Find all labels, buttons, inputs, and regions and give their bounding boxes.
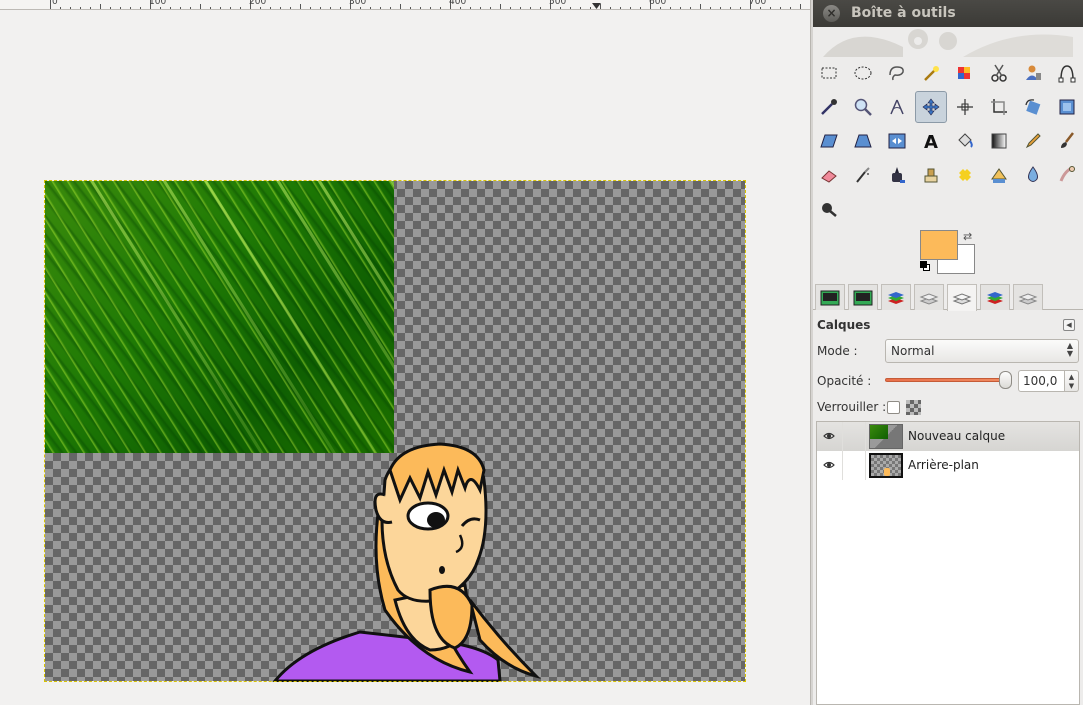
tab-layers-red[interactable] [881,284,911,310]
horizontal-ruler[interactable]: 0 100 200 300 400 500 600 700 [0,0,810,10]
layer-row[interactable]: Nouveau calque [817,422,1079,451]
chevron-updown-icon: ▲ ▼ [1066,341,1073,358]
perspective-icon[interactable] [847,125,879,157]
tab-channels[interactable] [914,284,944,310]
text-icon[interactable]: A [915,125,947,157]
ruler-label: 300 [349,0,367,7]
toolbox-window: × Boîte à outils A ⇄ Calques ◀ Mode : No… [813,0,1083,705]
lock-pixels-checkbox[interactable] [887,401,900,414]
tab-image-1[interactable] [815,284,845,310]
toolbox-title: Boîte à outils [851,5,956,21]
panel-title: Calques [817,318,871,332]
layer-row[interactable]: Arrière-plan [817,451,1079,480]
wilber-drop-area[interactable] [813,27,1083,57]
toolbox-titlebar[interactable]: × Boîte à outils [813,0,1083,27]
tab-layers-red-2[interactable] [980,284,1010,310]
rotate-icon[interactable] [1017,91,1049,123]
ruler-label: 0 [52,0,58,7]
move-icon[interactable] [915,91,947,123]
layer-thumbnail [869,424,903,449]
cartoon-girl-drawing [272,442,541,682]
chain-toggle[interactable] [842,422,866,451]
zoom-icon[interactable] [847,91,879,123]
ruler-label: 700 [749,0,767,7]
perspective-clone-icon[interactable] [983,159,1015,191]
eraser-icon[interactable] [813,159,845,191]
scissors-select-icon[interactable] [983,57,1015,89]
airbrush-icon[interactable] [847,159,879,191]
swap-colors-icon[interactable]: ⇄ [963,230,972,243]
ruler-label: 200 [249,0,267,7]
mode-label: Mode : [817,344,858,358]
dodge-burn-icon[interactable] [813,193,845,225]
align-icon[interactable] [949,91,981,123]
eye-icon[interactable] [823,430,835,442]
tab-layers-active[interactable] [947,284,977,311]
scale-icon[interactable] [1051,91,1083,123]
ink-icon[interactable] [881,159,913,191]
free-select-icon[interactable] [881,57,913,89]
shear-icon[interactable] [813,125,845,157]
flip-icon[interactable] [881,125,913,157]
lock-alpha-icon[interactable] [906,400,921,415]
blur-icon[interactable] [1017,159,1049,191]
heal-icon[interactable] [949,159,981,191]
layer-thumbnail [869,453,903,478]
bucket-fill-icon[interactable] [949,125,981,157]
opacity-label: Opacité : [817,374,872,388]
foreground-color[interactable] [920,230,958,260]
dock-tab-bar [813,282,1083,311]
rect-select-icon[interactable] [813,57,845,89]
ruler-label: 600 [649,0,667,7]
default-colors-icon[interactable] [920,261,930,271]
measure-icon[interactable] [881,91,913,123]
ruler-pointer-icon [592,3,601,9]
layer-name[interactable]: Arrière-plan [908,458,979,472]
crop-icon[interactable] [983,91,1015,123]
mode-value: Normal [891,344,935,358]
fuzzy-select-icon[interactable] [915,57,947,89]
pencil-icon[interactable] [1017,125,1049,157]
ruler-ticks [50,0,801,9]
opacity-slider-handle[interactable] [999,371,1012,389]
paintbrush-icon[interactable] [1051,125,1083,157]
color-picker-icon[interactable] [813,91,845,123]
opacity-spinner[interactable]: ▲ ▼ [1065,370,1079,392]
ruler-label: 400 [449,0,467,7]
close-icon[interactable]: × [823,5,840,22]
ruler-label: 500 [549,0,567,7]
svg-text:A: A [924,132,938,151]
tab-image-2[interactable] [848,284,878,310]
chain-toggle[interactable] [842,451,866,480]
layers-list[interactable]: Nouveau calque Arrière-plan [816,421,1080,705]
layers-panel: Calques ◀ Mode : Normal ▲ ▼ Opacité : 100… [813,311,1083,705]
ruler-label: 100 [149,0,167,7]
gimp-window: 0 100 200 300 400 500 600 700 × Boîte à … [0,0,1083,705]
ellipse-select-icon[interactable] [847,57,879,89]
select-by-color-icon[interactable] [949,57,981,89]
lock-label: Verrouiller : [817,400,887,414]
foreground-select-icon[interactable] [1017,57,1049,89]
paths-icon[interactable] [1051,57,1083,89]
mode-select[interactable]: Normal ▲ ▼ [885,339,1079,363]
layer-name[interactable]: Nouveau calque [908,429,1005,443]
panel-menu-icon[interactable]: ◀ [1063,319,1075,331]
blend-icon[interactable] [983,125,1015,157]
leaf-layer-content[interactable] [45,181,394,453]
smudge-icon[interactable] [1051,159,1083,191]
eye-icon[interactable] [823,459,835,471]
opacity-slider[interactable] [885,378,1007,382]
tab-paths[interactable] [1013,284,1043,310]
clone-icon[interactable] [915,159,947,191]
opacity-input[interactable]: 100,0 [1018,370,1065,392]
